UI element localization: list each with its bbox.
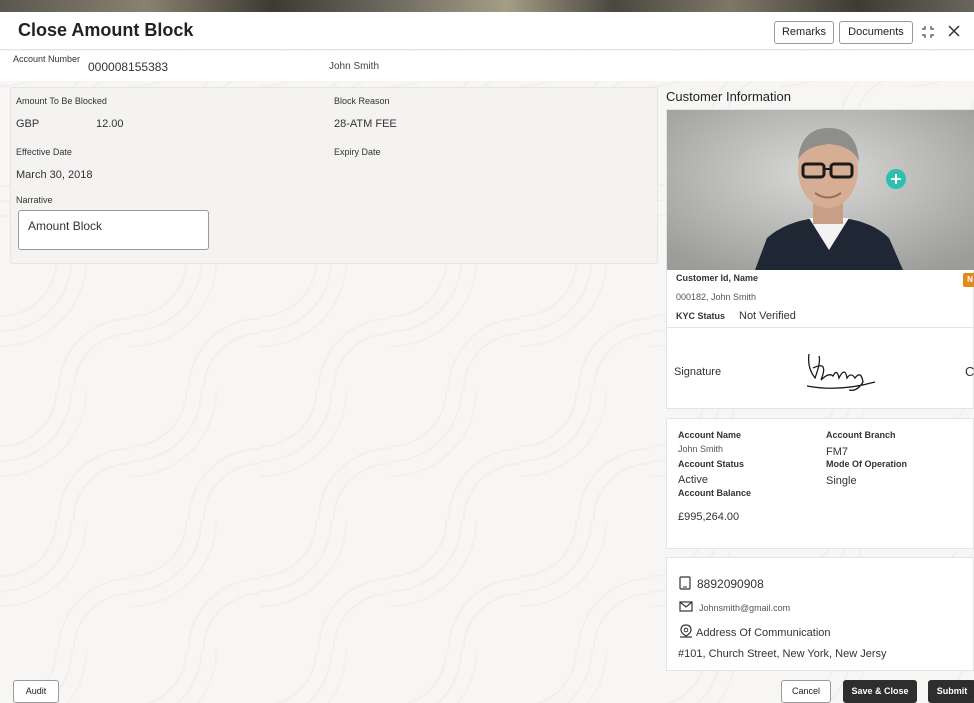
customer-id-name-label: Customer Id, Name	[676, 273, 759, 283]
signature-image	[806, 353, 876, 391]
amount-label: Amount To Be Blocked	[16, 96, 107, 106]
contact-card: 8892090908 Johnsmith@gmail.com Address O…	[666, 557, 974, 671]
phone-value: 8892090908	[697, 577, 764, 591]
block-reason-label: Block Reason	[334, 96, 390, 106]
narrative-field[interactable]: Amount Block	[18, 210, 209, 250]
kyc-status-label: KYC Status	[676, 311, 726, 321]
account-bar: Account Number 000008155383 John Smith	[0, 51, 974, 81]
cancel-button[interactable]: Cancel	[781, 680, 831, 703]
address-label: Address Of Communication	[696, 627, 831, 639]
account-info-card: Account Name John Smith Account Branch F…	[666, 418, 974, 549]
account-status-value: Active	[678, 474, 708, 486]
customer-photo	[667, 110, 974, 270]
submit-button[interactable]: Submit	[928, 680, 974, 703]
currency-value: GBP	[16, 118, 40, 130]
top-banner-image	[0, 0, 974, 12]
location-pin-icon	[680, 624, 692, 638]
account-number-value: 000008155383	[88, 60, 169, 74]
mode-of-operation-value: Single	[826, 475, 857, 487]
page-title: Close Amount Block	[18, 20, 194, 40]
account-status-label: Account Status	[678, 459, 745, 469]
account-name-value: John Smith	[678, 444, 724, 454]
account-name-label: Account Name	[678, 430, 742, 440]
signature-card: Signature C	[666, 327, 974, 409]
expiry-date-label: Expiry Date	[334, 147, 381, 157]
email-value: Johnsmith@gmail.com	[699, 603, 791, 613]
signature-trailing-char: C	[965, 364, 974, 379]
header-bar: Close Amount Block Remarks Documents	[0, 12, 974, 50]
documents-button[interactable]: Documents	[839, 21, 913, 44]
mail-icon	[679, 601, 693, 612]
narrative-label: Narrative	[16, 195, 53, 205]
narrative-value: Amount Block	[28, 219, 103, 233]
mode-of-operation-label: Mode Of Operation	[826, 459, 907, 469]
signature-label: Signature	[674, 366, 722, 378]
block-reason-value: 28-ATM FEE	[334, 118, 397, 130]
phone-icon	[679, 576, 691, 590]
expand-icon[interactable]	[920, 24, 936, 40]
close-icon[interactable]	[946, 23, 962, 39]
account-holder-name: John Smith	[329, 61, 380, 72]
customer-badge: N	[963, 273, 974, 287]
block-details-panel: Amount To Be Blocked GBP 12.00 Block Rea…	[10, 87, 658, 264]
account-branch-label: Account Branch	[826, 430, 896, 440]
account-balance-label: Account Balance	[678, 488, 752, 498]
account-number-label: Account Number	[13, 54, 81, 64]
audit-button[interactable]: Audit	[13, 680, 59, 703]
amount-value: 12.00	[96, 118, 124, 130]
effective-date-label: Effective Date	[16, 147, 72, 157]
remarks-button[interactable]: Remarks	[774, 21, 834, 44]
customer-id-name-value: 000182, John Smith	[676, 292, 757, 302]
account-balance-value: £995,264.00	[678, 511, 740, 523]
effective-date-value: March 30, 2018	[16, 169, 93, 181]
account-branch-value: FM7	[826, 446, 848, 458]
kyc-status-value: Not Verified	[739, 310, 796, 322]
address-value: #101, Church Street, New York, New Jersy	[678, 648, 887, 660]
customer-card: Customer Id, Name 000182, John Smith KYC…	[666, 109, 974, 336]
save-and-close-button[interactable]: Save & Close	[843, 680, 917, 703]
customer-info-title: Customer Information	[666, 89, 791, 104]
